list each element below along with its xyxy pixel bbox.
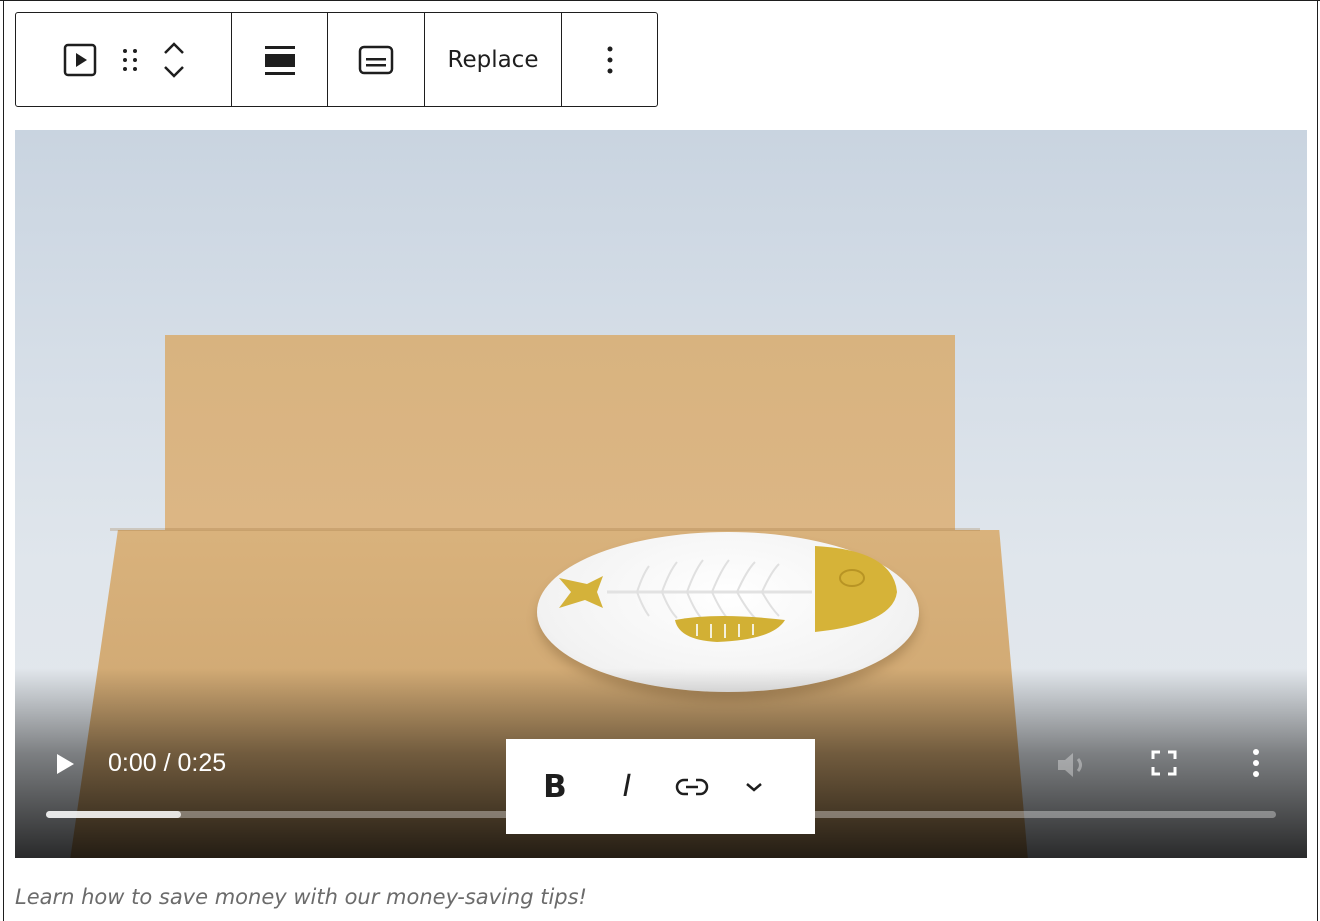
block-toolbar-group-replace: Replace — [425, 13, 562, 106]
block-toolbar-group-parent — [16, 13, 232, 106]
format-toolbar: B I — [506, 739, 815, 834]
video-block-icon[interactable] — [62, 42, 98, 78]
drag-handle-icon[interactable] — [120, 45, 140, 75]
more-vertical-icon[interactable] — [606, 44, 614, 76]
block-toolbar-group-align — [232, 13, 328, 106]
video-frame-box-top — [165, 335, 955, 535]
block-toolbar: Replace — [15, 12, 658, 107]
video-progress-buffered — [46, 811, 182, 818]
link-icon[interactable] — [674, 762, 710, 812]
more-vertical-icon[interactable] — [1251, 748, 1261, 783]
bold-button[interactable]: B — [540, 762, 570, 812]
block-toolbar-group-options — [562, 13, 657, 106]
move-up-down-icon[interactable] — [162, 41, 186, 79]
align-full-icon[interactable] — [263, 43, 297, 77]
move-up-icon[interactable] — [162, 41, 186, 55]
frame-right-border — [1317, 0, 1318, 921]
video-caption[interactable]: Learn how to save money with our money-s… — [15, 885, 587, 909]
video-frame-box-seam — [110, 528, 980, 531]
replace-button[interactable]: Replace — [448, 47, 539, 73]
video-time-display: 0:00 / 0:25 — [108, 749, 227, 777]
caption-icon[interactable] — [358, 45, 394, 75]
frame-left-border — [3, 0, 4, 921]
volume-icon[interactable] — [1055, 750, 1089, 785]
block-toolbar-group-caption — [328, 13, 425, 106]
italic-button[interactable]: I — [612, 762, 642, 812]
chevron-down-icon[interactable] — [744, 762, 764, 812]
fullscreen-icon[interactable] — [1151, 750, 1177, 781]
move-down-icon[interactable] — [162, 65, 186, 79]
frame-top-border — [0, 0, 1320, 1]
play-icon[interactable] — [55, 752, 75, 781]
